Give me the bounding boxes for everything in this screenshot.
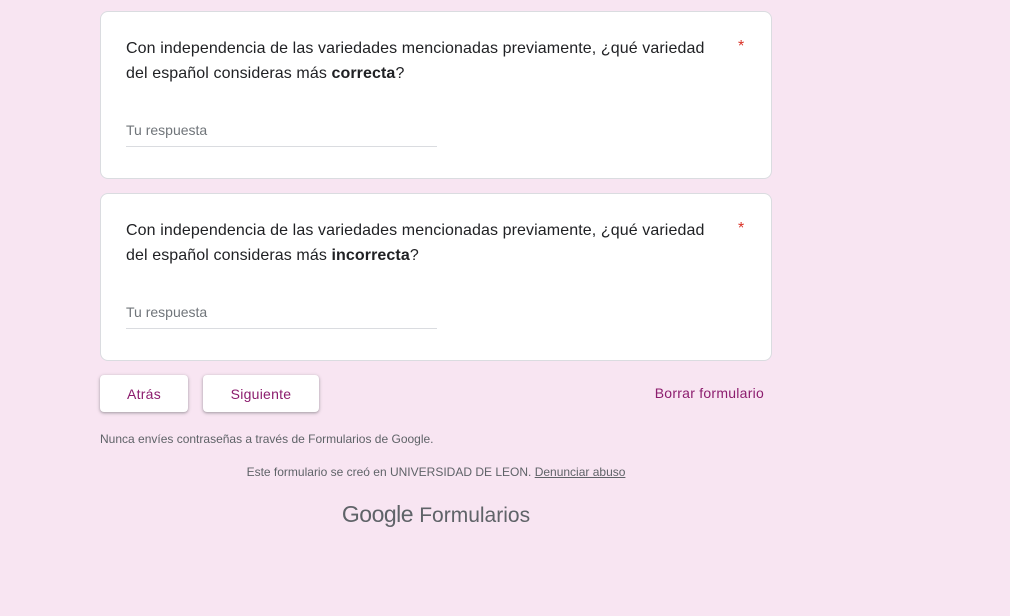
- question-title: Con independencia de las variedades menc…: [126, 36, 726, 86]
- required-asterisk: *: [738, 220, 745, 237]
- question-card-correcta: Con independencia de las variedades menc…: [100, 11, 772, 179]
- question-title: Con independencia de las variedades menc…: [126, 218, 726, 268]
- brand-product-text: Formularios: [419, 504, 531, 527]
- question-card-incorrecta: Con independencia de las variedades menc…: [100, 193, 772, 361]
- password-warning: Nunca envíes contraseñas a través de For…: [100, 432, 434, 446]
- clear-form-link[interactable]: Borrar formulario: [655, 385, 764, 401]
- question-emphasis: incorrecta: [331, 247, 410, 264]
- required-asterisk: *: [738, 38, 745, 55]
- brand-google-text: Google: [341, 501, 414, 527]
- answer-input-incorrecta[interactable]: [126, 298, 437, 326]
- question-text-end: ?: [395, 65, 405, 82]
- back-button[interactable]: Atrás: [100, 375, 188, 412]
- question-text-end: ?: [409, 247, 419, 264]
- next-button[interactable]: Siguiente: [203, 375, 319, 412]
- question-text: Con independencia de las variedades menc…: [126, 40, 705, 82]
- report-abuse-link[interactable]: Denunciar abuso: [535, 465, 626, 479]
- answer-input-correcta[interactable]: [126, 116, 437, 144]
- answer-field-wrapper: [126, 298, 437, 329]
- creator-text: Este formulario se creó en UNIVERSIDAD D…: [246, 465, 532, 479]
- creator-line: Este formulario se creó en UNIVERSIDAD D…: [100, 465, 772, 479]
- google-forms-logo[interactable]: Google Formularios: [100, 501, 772, 528]
- question-emphasis: correcta: [331, 65, 396, 82]
- answer-field-wrapper: [126, 116, 437, 147]
